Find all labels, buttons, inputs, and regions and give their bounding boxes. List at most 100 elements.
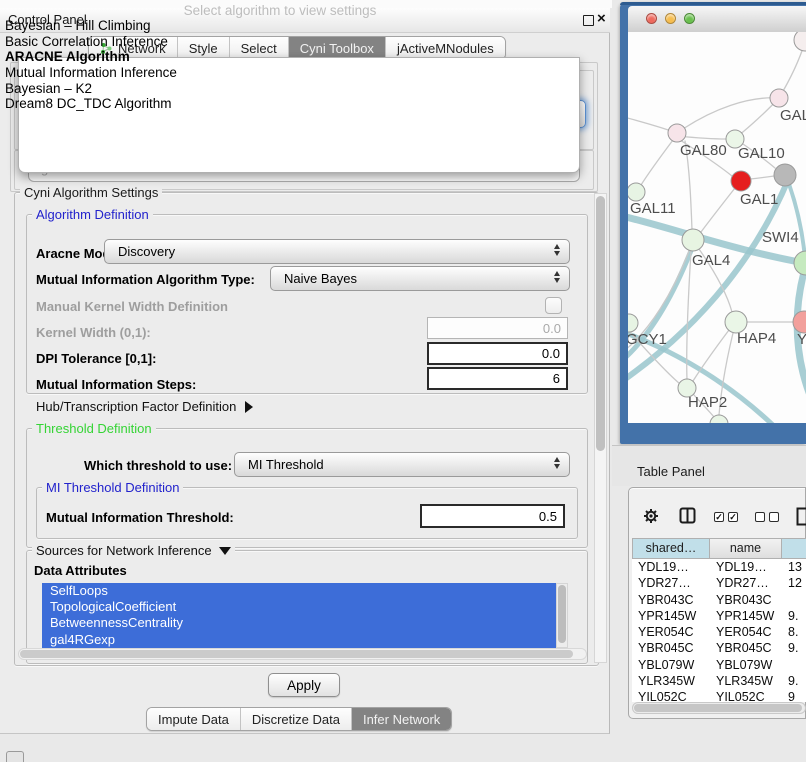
node-label-gal4: GAL4 — [692, 252, 730, 269]
network-node-gal11[interactable] — [628, 183, 645, 201]
table-cell: YBR045C — [710, 640, 782, 656]
aracne-mode-value: Discovery — [118, 244, 175, 259]
table-cell — [782, 657, 806, 673]
collapse-down-icon — [219, 547, 231, 555]
expand-right-icon — [245, 401, 253, 413]
sources-hscrollbar-thumb[interactable] — [20, 650, 573, 658]
network-node-gray-node[interactable] — [774, 164, 796, 186]
unchecked-boxes-icon[interactable] — [755, 512, 779, 522]
node-label-hap4: HAP4 — [737, 330, 776, 347]
column-header-shared[interactable]: shared… — [632, 538, 710, 559]
gear-icon[interactable] — [643, 508, 659, 524]
table-header-row: shared…name — [632, 538, 806, 559]
tab-label: Impute Data — [158, 709, 229, 730]
attribute-item-betweennesscentrality[interactable]: BetweennessCentrality — [42, 615, 556, 631]
manual-kernel-label: Manual Kernel Width Definition — [36, 299, 228, 314]
table-cell: YDL19… — [710, 559, 782, 575]
kernel-width-field[interactable]: 0.0 — [427, 317, 568, 339]
table-cell: YLR345W — [710, 673, 782, 689]
checked-boxes-icon[interactable]: ✓✓ — [714, 512, 738, 522]
tab-discretize-data[interactable]: Discretize Data — [240, 708, 351, 730]
table-row[interactable]: YLR345WYLR345W9. — [632, 673, 806, 689]
node-label-swi4: SWI4 — [762, 229, 799, 246]
table-cell: 13 — [782, 559, 806, 575]
which-threshold-combobox[interactable]: MI Threshold — [234, 452, 570, 477]
attribute-item-selfloops[interactable]: SelfLoops — [42, 583, 556, 599]
node-label-hap2: HAP2 — [688, 394, 727, 411]
table-cell: 12 — [782, 575, 806, 591]
table-cell: YIL052C — [632, 689, 710, 702]
tab-infer-network[interactable]: Infer Network — [351, 708, 451, 730]
stepper-arrows-icon — [554, 271, 560, 283]
attribute-item-topologicalcoefficient[interactable]: TopologicalCoefficient — [42, 599, 556, 615]
network-node-gal1[interactable] — [731, 171, 751, 191]
network-node-gal80[interactable] — [668, 124, 686, 142]
network-node-swi4[interactable] — [794, 251, 806, 275]
table-row[interactable]: YPR145WYPR145W9. — [632, 608, 806, 624]
table-row[interactable]: YBR043CYBR043C — [632, 592, 806, 608]
table-cell: YPR145W — [632, 608, 710, 624]
attributes-vscrollbar-thumb[interactable] — [558, 585, 566, 643]
node-label-gal10: GAL10 — [738, 145, 785, 162]
network-node-gal4[interactable] — [682, 229, 704, 251]
sources-group-toggle[interactable]: Sources for Network Inference — [32, 543, 235, 558]
network-node-gcy1[interactable] — [628, 314, 638, 332]
node-label-gal80: GAL80 — [680, 142, 727, 159]
columns-icon[interactable] — [679, 507, 696, 524]
table-cell: 9. — [782, 640, 806, 656]
table-cell: YBR043C — [710, 592, 782, 608]
table-row[interactable]: YDL19…YDL19…13 — [632, 559, 806, 575]
table-row[interactable]: YIL052CYIL052C9 — [632, 689, 806, 702]
dpi-tolerance-field[interactable]: 0.0 — [427, 342, 568, 365]
tab-label: Infer Network — [363, 709, 440, 730]
screen: Control Panel × NetworkStyleSelectCyni T… — [0, 0, 806, 762]
table-cell: YPR145W — [710, 608, 782, 624]
minimized-panel-icon[interactable] — [6, 751, 24, 762]
table-cell: YIL052C — [710, 689, 782, 702]
network-edge — [789, 184, 805, 258]
table-cell: 9 — [782, 689, 806, 702]
table-row[interactable]: YBL079WYBL079W — [632, 657, 806, 673]
tab-label: Discretize Data — [252, 709, 340, 730]
page-icon[interactable] — [796, 507, 806, 526]
algorithm-option-aracne-algorithm[interactable]: ARACNE Algorithm — [3, 49, 803, 65]
algorithm-option-dream8-dc-tdc-algorithm[interactable]: Dream8 DC_TDC Algorithm — [3, 96, 803, 112]
column-header-clipped[interactable] — [782, 538, 806, 559]
table-hscrollbar-thumb[interactable] — [634, 704, 802, 712]
cyni-bottom-tab-strip: Impute Data Discretize Data Infer Network — [146, 707, 452, 731]
algorithm-option-mutual-information-inference[interactable]: Mutual Information Inference — [3, 65, 803, 81]
mi-algorithm-type-combobox[interactable]: Naive Bayes — [270, 266, 570, 291]
table-cell: 9. — [782, 673, 806, 689]
mi-steps-label: Mutual Information Steps: — [36, 377, 196, 392]
algorithm-option-bayesian-k2[interactable]: Bayesian – K2 — [3, 81, 803, 97]
algorithm-option-basic-correlation-inference[interactable]: Basic Correlation Inference — [3, 34, 803, 50]
hub-definition-label: Hub/Transcription Factor Definition — [36, 399, 236, 414]
aracne-mode-combobox[interactable]: Discovery — [104, 239, 570, 264]
data-attributes-label: Data Attributes — [34, 563, 127, 578]
mi-steps-field[interactable]: 6 — [427, 367, 568, 390]
algorithm-popup-items: Bayesian – Hill ClimbingBasic Correlatio… — [3, 18, 803, 112]
table-row[interactable]: YER054CYER054C8. — [632, 624, 806, 640]
apply-button[interactable]: Apply — [268, 673, 340, 697]
settings-vscrollbar-thumb[interactable] — [596, 196, 605, 451]
mi-threshold-field[interactable]: 0.5 — [420, 504, 565, 528]
network-edge — [701, 188, 735, 232]
manual-kernel-checkbox[interactable] — [545, 297, 562, 314]
network-edge — [641, 140, 673, 185]
tab-impute-data[interactable]: Impute Data — [147, 708, 240, 730]
network-edge — [750, 176, 774, 179]
table-cell: YBR045C — [632, 640, 710, 656]
hub-definition-toggle[interactable]: Hub/Transcription Factor Definition — [36, 399, 253, 414]
dpi-tolerance-label: DPI Tolerance [0,1]: — [36, 351, 156, 366]
table-cell: YLR345W — [632, 673, 710, 689]
data-attributes-list: SelfLoopsTopologicalCoefficientBetweenne… — [42, 583, 556, 648]
mi-algorithm-type-label: Mutual Information Algorithm Type: — [36, 272, 255, 287]
algorithm-option-bayesian-hill-climbing[interactable]: Bayesian – Hill Climbing — [3, 18, 803, 34]
table-cell: YBL079W — [632, 657, 710, 673]
table-row[interactable]: YBR045CYBR045C9. — [632, 640, 806, 656]
column-header-name[interactable]: name — [710, 538, 782, 559]
table-cell: YER054C — [632, 624, 710, 640]
attribute-item-gal4rgexp[interactable]: gal4RGexp — [42, 632, 556, 648]
node-label-gcy1: GCY1 — [628, 331, 667, 348]
table-row[interactable]: YDR27…YDR27…12 — [632, 575, 806, 591]
